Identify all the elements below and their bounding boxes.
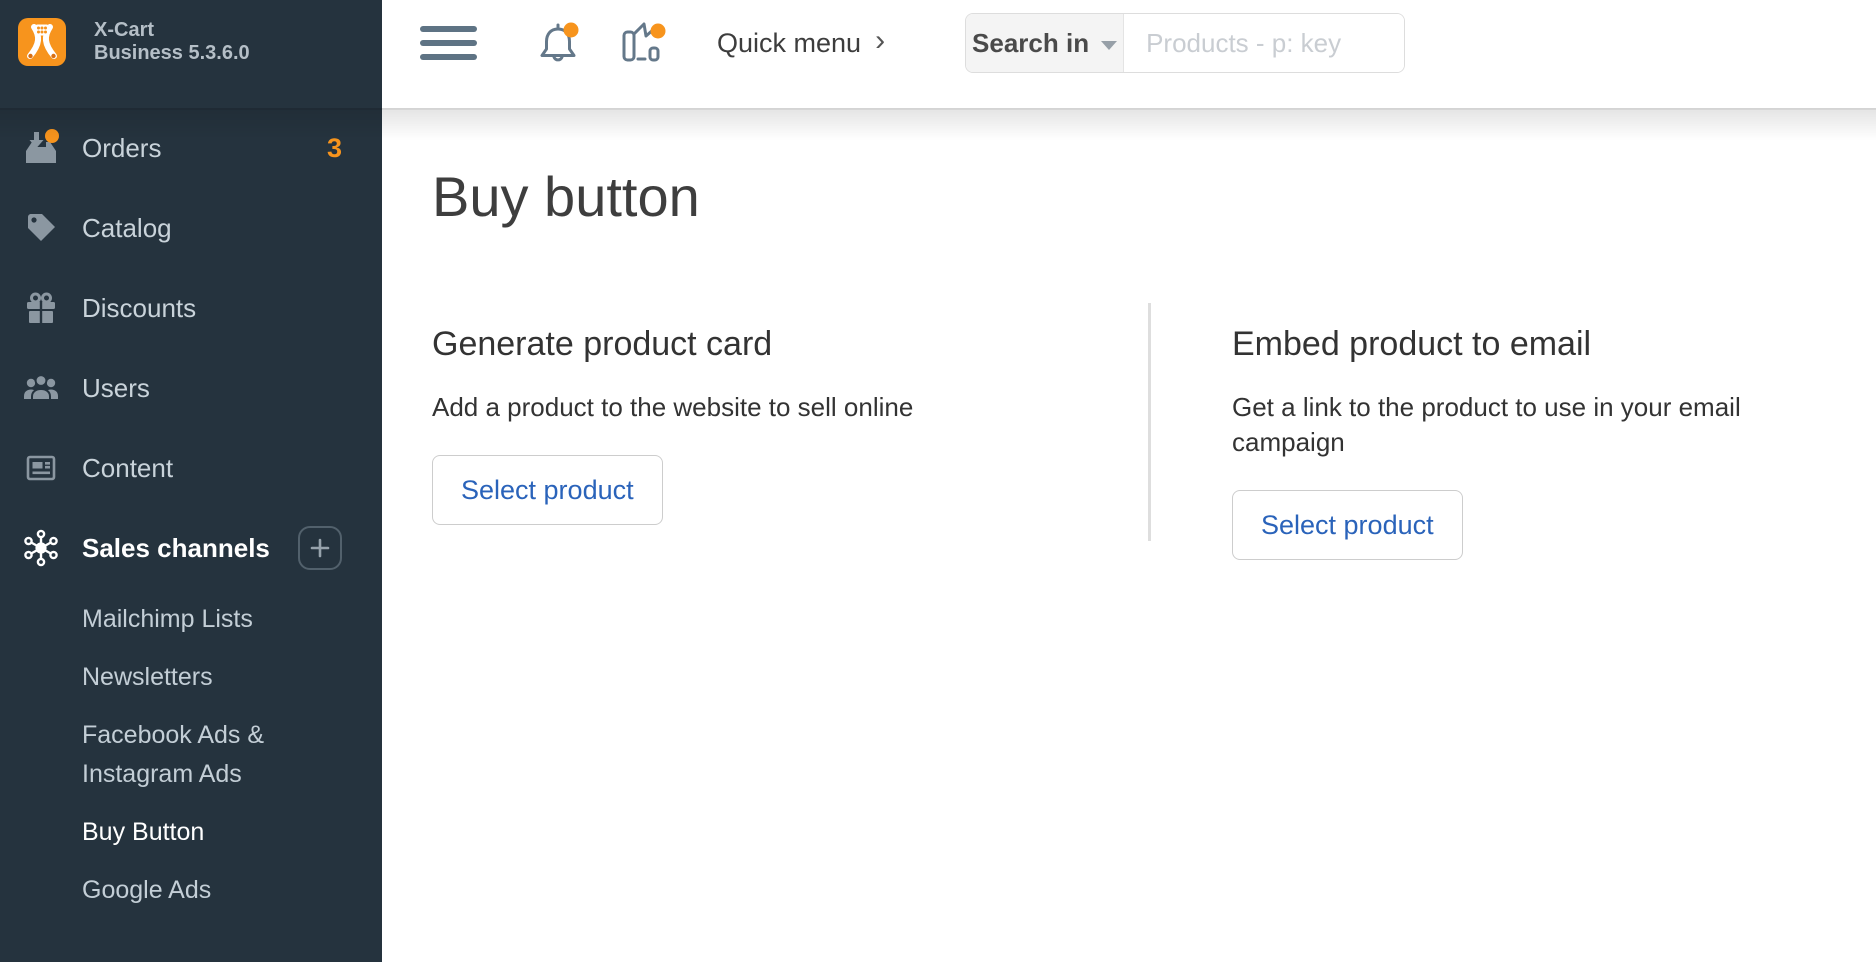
sidebar-item-label: Sales channels <box>82 533 270 564</box>
app-title: X-Cart Business 5.3.6.0 <box>94 19 250 65</box>
vertical-divider <box>1148 303 1151 541</box>
sidebar-item-orders[interactable]: Orders 3 <box>0 108 382 188</box>
sidebar-subitem-newsletters[interactable]: Newsletters <box>82 658 322 697</box>
notifications-bell-icon[interactable] <box>537 19 583 67</box>
topbar: Quick menu › Search in <box>382 0 1876 108</box>
chevron-right-icon: › <box>875 26 885 60</box>
panel-description: Get a link to the product to use in your… <box>1232 390 1832 460</box>
sidebar-item-sales-channels[interactable]: Sales channels <box>0 508 382 588</box>
sidebar-item-catalog[interactable]: Catalog <box>0 188 382 268</box>
panel-description: Add a product to the website to sell onl… <box>432 390 1150 425</box>
add-sales-channel-button[interactable] <box>298 526 342 570</box>
sidebar-subitem-mailchimp-lists[interactable]: Mailchimp Lists <box>82 600 322 639</box>
page-title: Buy button <box>432 164 1876 229</box>
global-search: Search in <box>965 13 1405 73</box>
newspaper-icon <box>20 450 62 486</box>
generate-product-card-panel: Generate product card Add a product to t… <box>432 325 1150 560</box>
sidebar-item-label: Users <box>82 373 150 404</box>
panel-heading: Generate product card <box>432 325 1150 364</box>
search-scope-dropdown[interactable]: Search in <box>966 14 1124 72</box>
orders-count-badge: 3 <box>327 133 342 164</box>
sidebar-item-discounts[interactable]: Discounts <box>0 268 382 348</box>
quick-menu-label: Quick menu <box>717 28 861 59</box>
tag-icon <box>20 210 62 246</box>
select-product-button-email[interactable]: Select product <box>1232 490 1463 560</box>
users-group-icon <box>20 369 62 407</box>
search-input[interactable] <box>1124 14 1404 72</box>
sidebar-item-label: Content <box>82 453 173 484</box>
chevron-down-icon <box>1101 41 1117 50</box>
xcart-logo-icon <box>18 18 66 66</box>
whats-new-chart-icon[interactable] <box>617 19 667 67</box>
sidebar-item-label: Orders <box>82 133 161 164</box>
sidebar-item-users[interactable]: Users <box>0 348 382 428</box>
embed-product-email-panel: Embed product to email Get a link to the… <box>1232 325 1832 560</box>
sidebar-item-label: Discounts <box>82 293 196 324</box>
sidebar-item-content[interactable]: Content <box>0 428 382 508</box>
buy-button-panels: Generate product card Add a product to t… <box>432 325 1876 560</box>
select-product-button-website[interactable]: Select product <box>432 455 663 525</box>
quick-menu-button[interactable]: Quick menu › <box>717 26 885 60</box>
gift-icon <box>20 290 62 326</box>
hub-network-icon <box>20 529 62 567</box>
app-title-line1: X-Cart <box>94 19 250 42</box>
main-content: Buy button Generate product card Add a p… <box>382 108 1876 962</box>
sidebar: X-Cart Business 5.3.6.0 Orders 3 <box>0 0 382 962</box>
sidebar-item-label: Catalog <box>82 213 172 244</box>
sidebar-nav: Orders 3 Catalog Di <box>0 108 382 910</box>
orders-inbox-icon <box>20 129 62 167</box>
hamburger-menu-icon[interactable] <box>420 26 477 60</box>
app-title-line2: Business 5.3.6.0 <box>94 42 250 65</box>
sidebar-subitem-google-ads[interactable]: Google Ads <box>82 871 322 910</box>
sidebar-subitem-facebook-instagram-ads[interactable]: Facebook Ads & Instagram Ads <box>82 716 322 794</box>
brand[interactable]: X-Cart Business 5.3.6.0 <box>0 0 382 66</box>
search-scope-label: Search in <box>972 28 1089 59</box>
panel-heading: Embed product to email <box>1232 325 1832 364</box>
sidebar-subitem-buy-button[interactable]: Buy Button <box>82 813 322 852</box>
sales-channels-subnav: Mailchimp Lists Newsletters Facebook Ads… <box>0 588 382 910</box>
